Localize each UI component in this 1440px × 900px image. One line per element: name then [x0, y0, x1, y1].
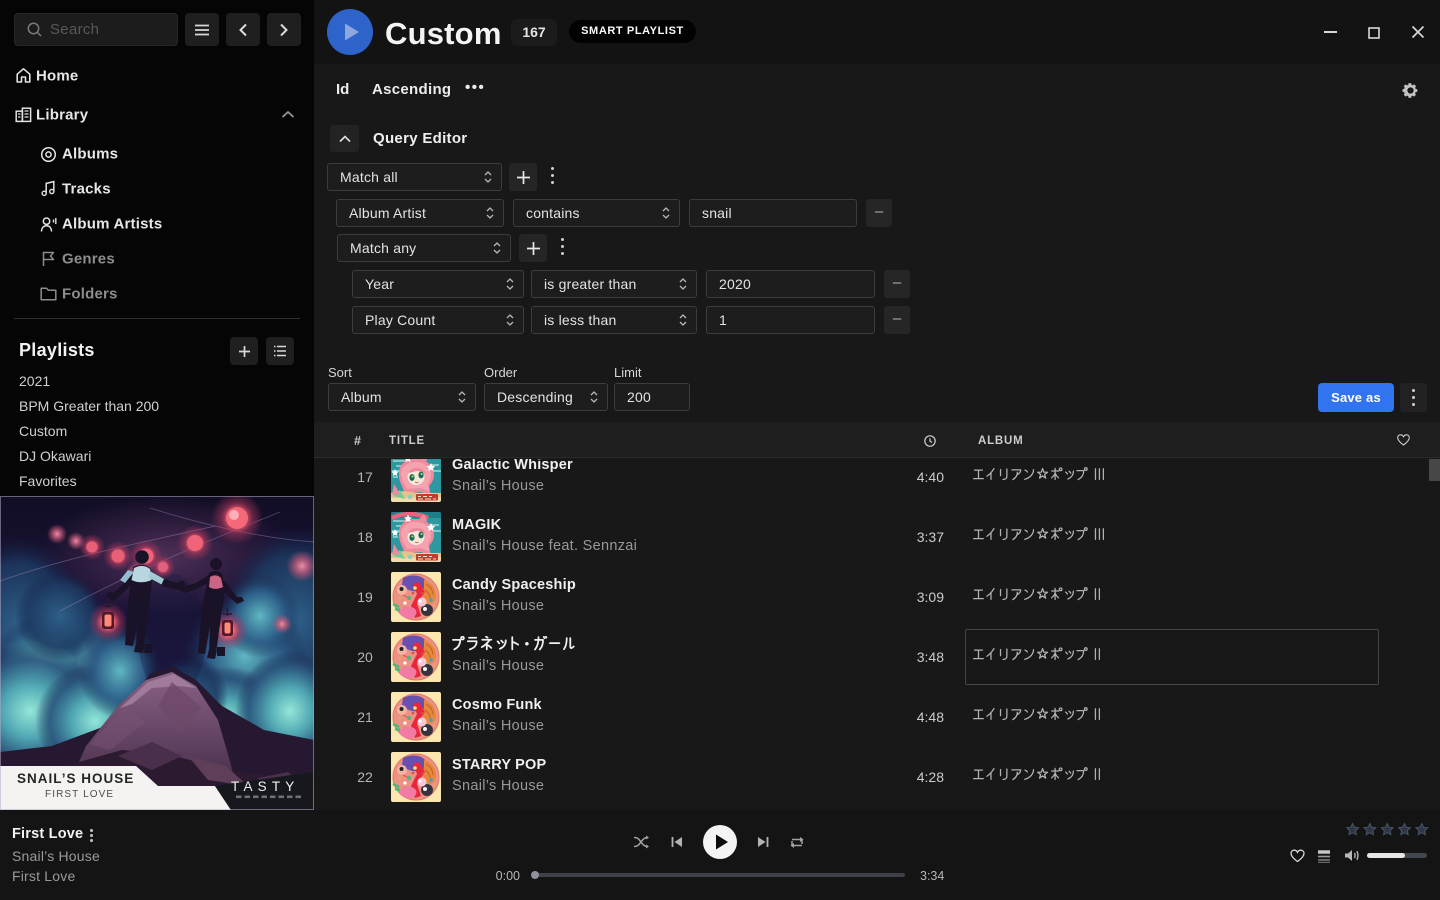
svg-text:TASTY: TASTY	[231, 779, 300, 794]
svg-text:FIRST LOVE: FIRST LOVE	[45, 789, 114, 800]
svg-text:SNAIL’S HOUSE: SNAIL’S HOUSE	[17, 771, 134, 786]
